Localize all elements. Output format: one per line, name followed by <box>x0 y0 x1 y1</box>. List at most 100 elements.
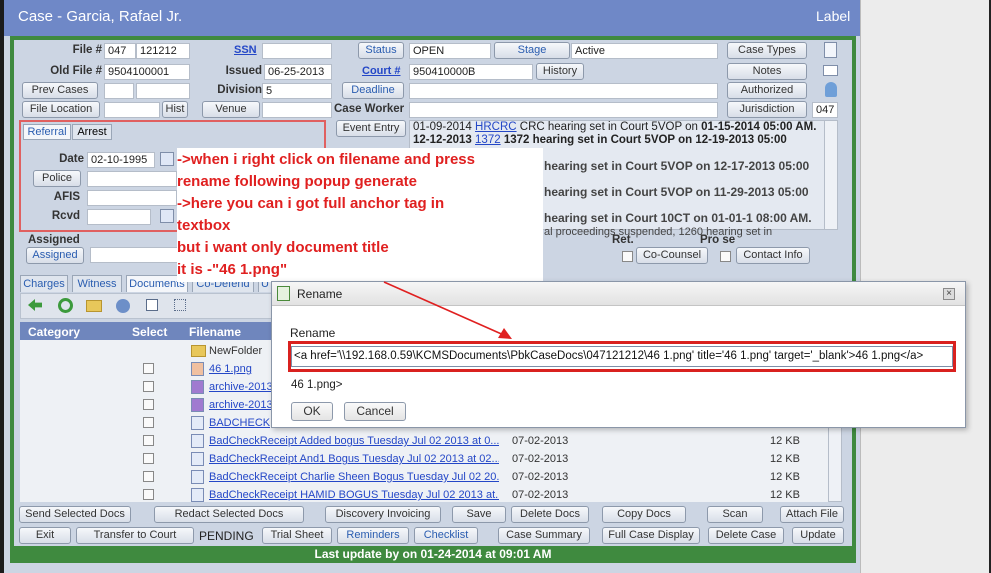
delete-case-button[interactable]: Delete Case <box>708 527 784 544</box>
rcvd-field[interactable] <box>87 209 151 225</box>
file-name[interactable]: BadCheckReceipt Charlie Sheen Bogus Tues… <box>209 471 499 483</box>
trial-sheet-button[interactable]: Trial Sheet <box>262 527 332 544</box>
select-checkbox[interactable] <box>143 399 154 410</box>
tab-arrest[interactable]: Arrest <box>72 124 112 140</box>
scan-button[interactable]: Scan <box>707 506 763 523</box>
case-worker-field[interactable] <box>409 102 718 118</box>
select-checkbox[interactable] <box>143 363 154 374</box>
assigned-button[interactable]: Assigned <box>26 247 84 264</box>
venue-field[interactable] <box>262 102 332 118</box>
deadline-field[interactable] <box>409 83 718 99</box>
save-button[interactable]: Save <box>452 506 506 523</box>
discovery-invoicing-button[interactable]: Discovery Invoicing <box>325 506 441 523</box>
select-checkbox[interactable] <box>143 381 154 392</box>
attach-file-button[interactable]: Attach File <box>780 506 844 523</box>
col-category[interactable]: Category <box>28 325 80 339</box>
calendar-icon[interactable] <box>160 209 174 223</box>
send-selected-docs-button[interactable]: Send Selected Docs <box>19 506 131 523</box>
police-button[interactable]: Police <box>33 170 81 187</box>
copy-docs-button[interactable]: Copy Docs <box>602 506 686 523</box>
case-summary-button[interactable]: Case Summary <box>498 527 590 544</box>
select-checkbox[interactable] <box>143 453 154 464</box>
table-row[interactable]: BadCheckReceipt HAMID BOGUS Tuesday Jul … <box>20 487 828 505</box>
prev-cases-button[interactable]: Prev Cases <box>22 82 98 99</box>
assigned-field[interactable] <box>90 247 178 263</box>
file-location-button[interactable]: File Location <box>22 101 100 118</box>
file-location-field[interactable] <box>104 102 160 118</box>
table-row[interactable]: BadCheckReceipt Added bogus Tuesday Jul … <box>20 433 828 451</box>
mail-icon[interactable] <box>823 65 838 76</box>
exit-button[interactable]: Exit <box>19 527 71 544</box>
issued-field[interactable]: 06-25-2013 <box>264 64 332 80</box>
select-checkbox[interactable] <box>143 417 154 428</box>
table-row[interactable]: BadCheckReceipt Charlie Sheen Bogus Tues… <box>20 469 828 487</box>
jurisdiction-button[interactable]: Jurisdiction <box>727 101 807 118</box>
co-counsel-button[interactable]: Co-Counsel <box>636 247 708 264</box>
cancel-button[interactable]: Cancel <box>344 402 406 421</box>
file-name[interactable]: BadCheckReceipt And1 Bogus Tuesday Jul 0… <box>209 453 499 465</box>
settings-icon[interactable] <box>116 299 130 313</box>
file-name[interactable]: 46 1.png <box>209 363 252 375</box>
status-field[interactable]: OPEN <box>409 43 491 59</box>
file-b-field[interactable]: 121212 <box>136 43 190 59</box>
list-view-icon[interactable] <box>146 299 158 311</box>
afis-field[interactable] <box>87 190 177 206</box>
label-button[interactable]: Label <box>816 8 850 24</box>
stage-button[interactable]: Stage <box>494 42 570 59</box>
division-field[interactable]: 5 <box>262 83 332 99</box>
hist-button[interactable]: Hist <box>162 101 188 118</box>
file-a-field[interactable]: 047 <box>104 43 136 59</box>
prev-cases-field-b[interactable] <box>136 83 190 99</box>
prev-cases-field-a[interactable] <box>104 83 134 99</box>
court-field[interactable]: 950410000B <box>409 64 533 80</box>
rename-input[interactable]: <a href='\\192.168.0.59\KCMSDocuments\Pb… <box>291 346 953 367</box>
court-link[interactable]: Court # <box>362 65 401 77</box>
document-icon[interactable] <box>824 42 837 58</box>
select-checkbox[interactable] <box>143 435 154 446</box>
transfer-to-court-button[interactable]: Transfer to Court <box>76 527 194 544</box>
table-row[interactable]: BadCheckReceipt And1 Bogus Tuesday Jul 0… <box>20 451 828 469</box>
contact-info-button[interactable]: Contact Info <box>736 247 810 264</box>
stage-field[interactable]: Active <box>571 43 718 59</box>
jurisdiction-field[interactable]: 047 <box>812 102 838 118</box>
venue-button[interactable]: Venue <box>202 101 260 118</box>
calendar-icon[interactable] <box>160 152 174 166</box>
ssn-field[interactable] <box>262 43 332 59</box>
old-file-field[interactable]: 9504100001 <box>104 64 190 80</box>
notes-button[interactable]: Notes <box>727 63 807 80</box>
file-name[interactable]: BADCHECK <box>209 417 270 429</box>
event-code-link[interactable]: 1372 <box>475 134 501 146</box>
deadline-button[interactable]: Deadline <box>342 82 404 99</box>
event-entry-button[interactable]: Event Entry <box>336 120 406 137</box>
file-name[interactable]: NewFolder <box>209 345 262 357</box>
events-scrollbar[interactable] <box>824 120 838 230</box>
date-field[interactable]: 02-10-1995 <box>87 152 155 168</box>
refresh-icon[interactable] <box>58 298 73 313</box>
status-button[interactable]: Status <box>358 42 404 59</box>
grid-view-icon[interactable] <box>174 299 186 311</box>
tab-witness[interactable]: Witness <box>72 275 122 292</box>
ok-button[interactable]: OK <box>291 402 333 421</box>
update-button[interactable]: Update <box>792 527 844 544</box>
case-types-button[interactable]: Case Types <box>727 42 807 59</box>
ssn-link[interactable]: SSN <box>234 44 257 56</box>
file-name[interactable]: BadCheckReceipt Added bogus Tuesday Jul … <box>209 435 499 447</box>
close-icon[interactable]: × <box>943 288 955 300</box>
user-icon[interactable] <box>825 82 837 97</box>
col-filename[interactable]: Filename <box>189 325 241 339</box>
tab-charges[interactable]: Charges <box>20 275 68 292</box>
col-select[interactable]: Select <box>132 325 167 339</box>
file-name[interactable]: archive-2013 <box>209 381 273 393</box>
select-checkbox[interactable] <box>143 489 154 500</box>
pro-se-checkbox[interactable] <box>720 251 731 262</box>
full-case-display-button[interactable]: Full Case Display <box>602 527 700 544</box>
ret-checkbox[interactable] <box>622 251 633 262</box>
tab-referral[interactable]: Referral <box>23 124 71 140</box>
delete-docs-button[interactable]: Delete Docs <box>511 506 589 523</box>
police-field[interactable] <box>87 171 177 187</box>
authorized-button[interactable]: Authorized <box>727 82 807 99</box>
checklist-button[interactable]: Checklist <box>414 527 478 544</box>
new-folder-icon[interactable] <box>86 300 102 312</box>
file-name[interactable]: archive-2013 <box>209 399 273 411</box>
select-checkbox[interactable] <box>143 471 154 482</box>
